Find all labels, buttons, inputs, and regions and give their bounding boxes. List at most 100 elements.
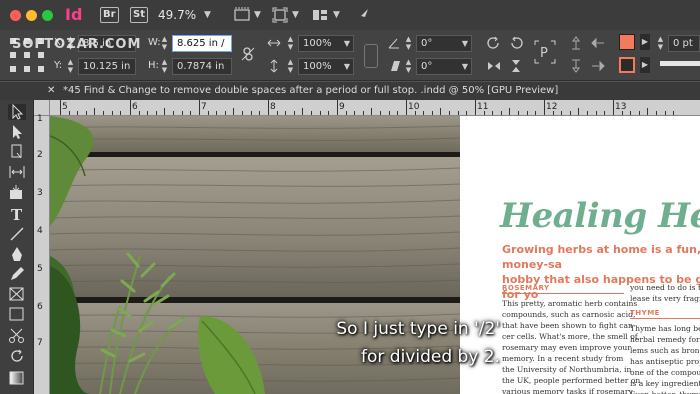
- constrain-proportions-icon[interactable]: [240, 46, 256, 62]
- text-line: Even better, thyme is: [630, 389, 700, 394]
- fill-swatch[interactable]: [619, 34, 635, 50]
- stroke-dropdown-icon[interactable]: ▶: [640, 57, 650, 73]
- y-label: Y:: [54, 60, 63, 71]
- thyme-body-text[interactable]: Thyme has long bee herbal remedy for res l…: [630, 323, 700, 394]
- gap-tool-icon[interactable]: [8, 164, 26, 180]
- article-heading[interactable]: Healing Herbs: [500, 196, 700, 236]
- content-collector-tool-icon[interactable]: [8, 184, 26, 200]
- ruler-minor-tick: [518, 111, 519, 115]
- shear-angle-field[interactable]: 0° ▼: [416, 58, 472, 75]
- scale-x-field[interactable]: 100% ▼: [298, 35, 354, 52]
- ruler-minor-tick: [207, 111, 209, 115]
- select-next-icon[interactable]: [590, 58, 606, 74]
- zoom-dropdown-icon[interactable]: ▼: [204, 10, 211, 20]
- screen-mode-icon[interactable]: [272, 7, 288, 23]
- screen-mode-dropdown-icon[interactable]: ▼: [292, 10, 299, 20]
- ruler-minor-tick: [423, 111, 425, 115]
- section-heading-rosemary: ROSEMARY: [502, 284, 550, 292]
- rotate-clockwise-icon[interactable]: [486, 35, 502, 51]
- rotate-counterclockwise-icon[interactable]: [508, 35, 524, 51]
- pen-tool-icon[interactable]: [8, 246, 26, 262]
- flip-horizontal-icon[interactable]: [486, 58, 502, 74]
- ruler-tick: [268, 100, 269, 115]
- ruler-minor-tick: [561, 111, 563, 115]
- height-field[interactable]: 0.7874 in: [172, 58, 232, 75]
- stroke-type-selector[interactable]: [660, 61, 700, 66]
- rectangle-frame-tool-icon[interactable]: [8, 286, 26, 302]
- constrain-scale-icon[interactable]: [364, 44, 378, 68]
- select-content-icon[interactable]: [568, 58, 584, 74]
- column-2-top-text[interactable]: you need to do is touc lease its very fra…: [630, 282, 700, 304]
- title-bar: Id Br St 49.7% ▼ ▼ ▼ ▼: [0, 0, 700, 30]
- scale-y-field[interactable]: 100% ▼: [298, 58, 354, 75]
- document-tab-title[interactable]: *45 Find & Change to remove double space…: [63, 85, 558, 96]
- rosemary-body-text[interactable]: This pretty, aromatic herb contains compo…: [502, 298, 640, 394]
- close-tab-icon[interactable]: ✕: [47, 85, 55, 96]
- ruler-minor-tick: [293, 111, 295, 115]
- ruler-tick: [544, 100, 545, 115]
- ruler-label: 1: [37, 114, 43, 124]
- view-options-dropdown-icon[interactable]: ▼: [254, 10, 261, 20]
- ruler-minor-tick: [630, 111, 632, 115]
- vertical-ruler[interactable]: 1 2 3 4 5 6 7: [34, 114, 50, 394]
- pencil-tool-icon[interactable]: [8, 266, 26, 282]
- minimize-window-button[interactable]: [26, 10, 37, 21]
- scale-x-stepper[interactable]: ▲ ▼: [286, 35, 295, 52]
- maximize-window-button[interactable]: [42, 10, 53, 21]
- stroke-weight-stepper[interactable]: ▲ ▼: [656, 35, 665, 52]
- selection-tool-icon[interactable]: [8, 104, 26, 120]
- y-position-field[interactable]: 10.125 in: [78, 58, 136, 75]
- type-tool-icon[interactable]: T: [8, 206, 26, 222]
- close-window-button[interactable]: [10, 10, 21, 21]
- ruler-tick: [130, 100, 131, 115]
- indesign-window: Id Br St 49.7% ▼ ▼ ▼ ▼ X: ▲ ▼ 8.5 in Y: …: [0, 0, 700, 394]
- arrange-dropdown-icon[interactable]: ▼: [333, 10, 340, 20]
- page-tool-icon[interactable]: [8, 144, 26, 160]
- ruler-tick: [613, 100, 614, 115]
- select-container-icon[interactable]: [568, 35, 584, 51]
- bridge-button[interactable]: Br: [100, 7, 119, 23]
- w-stepper[interactable]: ▲ ▼: [160, 35, 169, 52]
- direct-selection-tool-icon[interactable]: [8, 124, 26, 140]
- ruler-minor-tick: [68, 111, 70, 115]
- thyme-rule: [630, 318, 700, 319]
- ruler-minor-tick: [397, 111, 399, 115]
- h-stepper[interactable]: ▲ ▼: [160, 58, 169, 75]
- rotation-angle-field[interactable]: 0° ▼: [416, 35, 472, 52]
- flip-vertical-icon[interactable]: [508, 58, 524, 74]
- rotation-stepper[interactable]: ▲ ▼: [404, 35, 413, 52]
- y-stepper[interactable]: ▲ ▼: [66, 58, 75, 75]
- ruler-minor-tick: [483, 111, 485, 115]
- shear-stepper[interactable]: ▲ ▼: [404, 58, 413, 75]
- text-line: Thyme has long bee: [630, 324, 700, 333]
- line-tool-icon[interactable]: [8, 226, 26, 242]
- ruler-minor-tick: [604, 111, 606, 115]
- ruler-minor-tick: [173, 111, 174, 115]
- view-options-icon[interactable]: [234, 7, 250, 23]
- ruler-minor-tick: [224, 111, 226, 115]
- gradient-swatch-tool-icon[interactable]: [8, 370, 26, 386]
- zoom-level[interactable]: 49.7%: [158, 8, 196, 22]
- stock-button[interactable]: St: [130, 7, 148, 23]
- document-canvas[interactable]: Healing Herbs Growing herbs at home is a…: [50, 116, 700, 394]
- ruler-minor-tick: [250, 111, 252, 115]
- horizontal-ruler[interactable]: 5 6 7 8 9 10 11 12 13: [50, 100, 700, 116]
- text-line: the University of Northumbria, in: [502, 365, 632, 374]
- transform-content-icon[interactable]: P: [534, 40, 556, 64]
- stroke-weight-field[interactable]: 0 pt: [668, 35, 700, 52]
- publish-online-icon[interactable]: [354, 7, 370, 23]
- scissors-tool-icon[interactable]: [8, 328, 26, 344]
- ruler-minor-tick: [552, 111, 554, 115]
- arrange-documents-icon[interactable]: [312, 7, 328, 23]
- ruler-label: 2: [37, 150, 43, 160]
- scale-y-stepper[interactable]: ▲ ▼: [286, 58, 295, 75]
- ruler-tick: [337, 100, 338, 115]
- document-tab[interactable]: ✕ *45 Find & Change to remove double spa…: [0, 82, 700, 100]
- rectangle-tool-icon[interactable]: [8, 306, 26, 322]
- stroke-swatch[interactable]: [619, 57, 635, 73]
- text-line: lems such as bronchi: [630, 346, 700, 355]
- fill-dropdown-icon[interactable]: ▶: [640, 34, 650, 50]
- select-previous-icon[interactable]: [590, 35, 606, 51]
- width-field[interactable]: 8.625 in /: [172, 35, 232, 52]
- free-transform-tool-icon[interactable]: [8, 348, 26, 364]
